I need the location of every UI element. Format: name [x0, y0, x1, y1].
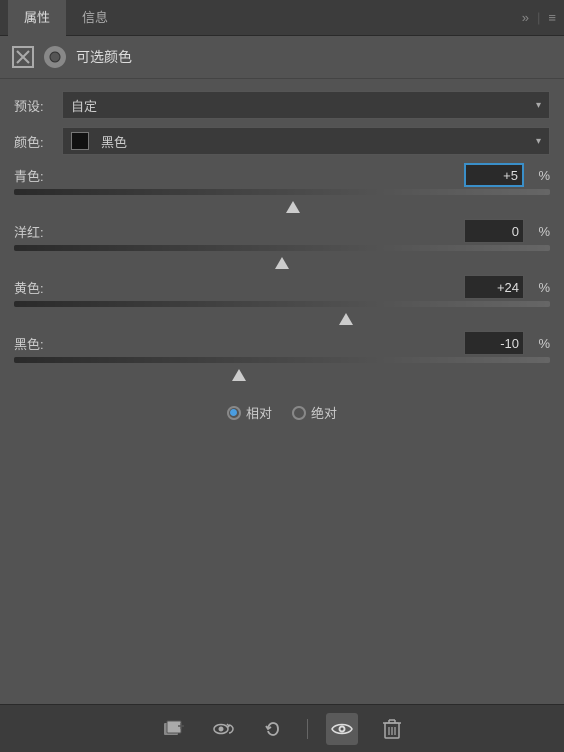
preset-row: 预设: 自定 ▾ [14, 91, 550, 119]
cyan-thumb-container [14, 201, 550, 215]
yellow-section: 黄色: % [14, 275, 550, 327]
cyan-section: 青色: % [14, 163, 550, 215]
magenta-label: 洋红: [14, 222, 62, 241]
cyan-label: 青色: [14, 166, 62, 185]
tab-properties[interactable]: 属性 [8, 0, 66, 36]
radio-absolute-outer [292, 406, 306, 420]
cross-icon [16, 50, 30, 64]
magenta-percent: % [528, 224, 550, 239]
delete-button[interactable] [376, 713, 408, 745]
add-layer-icon [162, 718, 184, 740]
magenta-thumb[interactable] [275, 257, 289, 269]
preset-label: 预设: [14, 96, 62, 115]
yellow-input[interactable] [464, 275, 524, 299]
magenta-thumb-container [14, 257, 550, 271]
black-track-wrap [14, 357, 550, 369]
eye-loop-icon [211, 718, 235, 740]
reset-icon [262, 718, 284, 740]
radio-group: 相对 绝对 [14, 387, 550, 430]
radio-relative[interactable]: 相对 [227, 403, 272, 422]
tab-right-icons: » | ≡ [522, 10, 556, 25]
cyan-track-wrap [14, 189, 550, 201]
cyan-thumb[interactable] [286, 201, 300, 213]
black-thumb[interactable] [232, 369, 246, 381]
eye-icon [331, 720, 353, 738]
cyan-row: 青色: % [14, 163, 550, 187]
toolbar-divider [307, 719, 308, 739]
yellow-percent: % [528, 280, 550, 295]
black-input[interactable] [464, 331, 524, 355]
trash-icon [382, 718, 402, 740]
visibility-button[interactable] [207, 713, 239, 745]
magenta-track [14, 245, 550, 251]
radio-absolute-label: 绝对 [311, 403, 337, 422]
panel-title: 可选颜色 [76, 47, 132, 67]
tab-bar: 属性 信息 » | ≡ [0, 0, 564, 36]
add-layer-button[interactable] [157, 713, 189, 745]
menu-icon[interactable]: ≡ [548, 10, 556, 25]
radio-absolute[interactable]: 绝对 [292, 403, 337, 422]
magenta-row: 洋红: % [14, 219, 550, 243]
color-swatch [71, 132, 89, 150]
magenta-track-wrap [14, 245, 550, 257]
black-section: 黑色: % [14, 331, 550, 383]
yellow-label: 黄色: [14, 278, 62, 297]
color-row: 颜色: 黑色 ▾ [14, 127, 550, 155]
bottom-toolbar [0, 704, 564, 752]
magenta-section: 洋红: % [14, 219, 550, 271]
reset-button[interactable] [257, 713, 289, 745]
color-arrow: ▾ [536, 136, 541, 147]
black-thumb-container [14, 369, 550, 383]
black-track [14, 357, 550, 363]
yellow-track-wrap [14, 301, 550, 313]
color-value: 黑色 [101, 132, 127, 151]
cyan-input[interactable] [464, 163, 524, 187]
panel-content: 预设: 自定 ▾ 颜色: 黑色 ▾ 青色: % [0, 79, 564, 442]
circle-fill-icon [49, 51, 61, 63]
radio-relative-inner [230, 409, 237, 416]
black-percent: % [528, 336, 550, 351]
black-label: 黑色: [14, 334, 62, 353]
cyan-percent: % [528, 168, 550, 183]
preset-dropdown[interactable]: 自定 ▾ [62, 91, 550, 119]
color-label: 颜色: [14, 132, 62, 151]
tab-info[interactable]: 信息 [66, 0, 124, 36]
color-dropdown[interactable]: 黑色 ▾ [62, 127, 550, 155]
yellow-thumb[interactable] [339, 313, 353, 325]
preset-value: 自定 [71, 96, 97, 115]
radio-relative-outer [227, 406, 241, 420]
yellow-track [14, 301, 550, 307]
forward-icon[interactable]: » [522, 10, 529, 25]
cyan-track [14, 189, 550, 195]
magenta-input[interactable] [464, 219, 524, 243]
yellow-thumb-container [14, 313, 550, 327]
panel-header: 可选颜色 [0, 36, 564, 79]
radio-relative-label: 相对 [246, 403, 272, 422]
circle-icon [44, 46, 66, 68]
eye-button[interactable] [326, 713, 358, 745]
preset-arrow: ▾ [536, 100, 541, 111]
black-row: 黑色: % [14, 331, 550, 355]
x-icon [12, 46, 34, 68]
yellow-row: 黄色: % [14, 275, 550, 299]
